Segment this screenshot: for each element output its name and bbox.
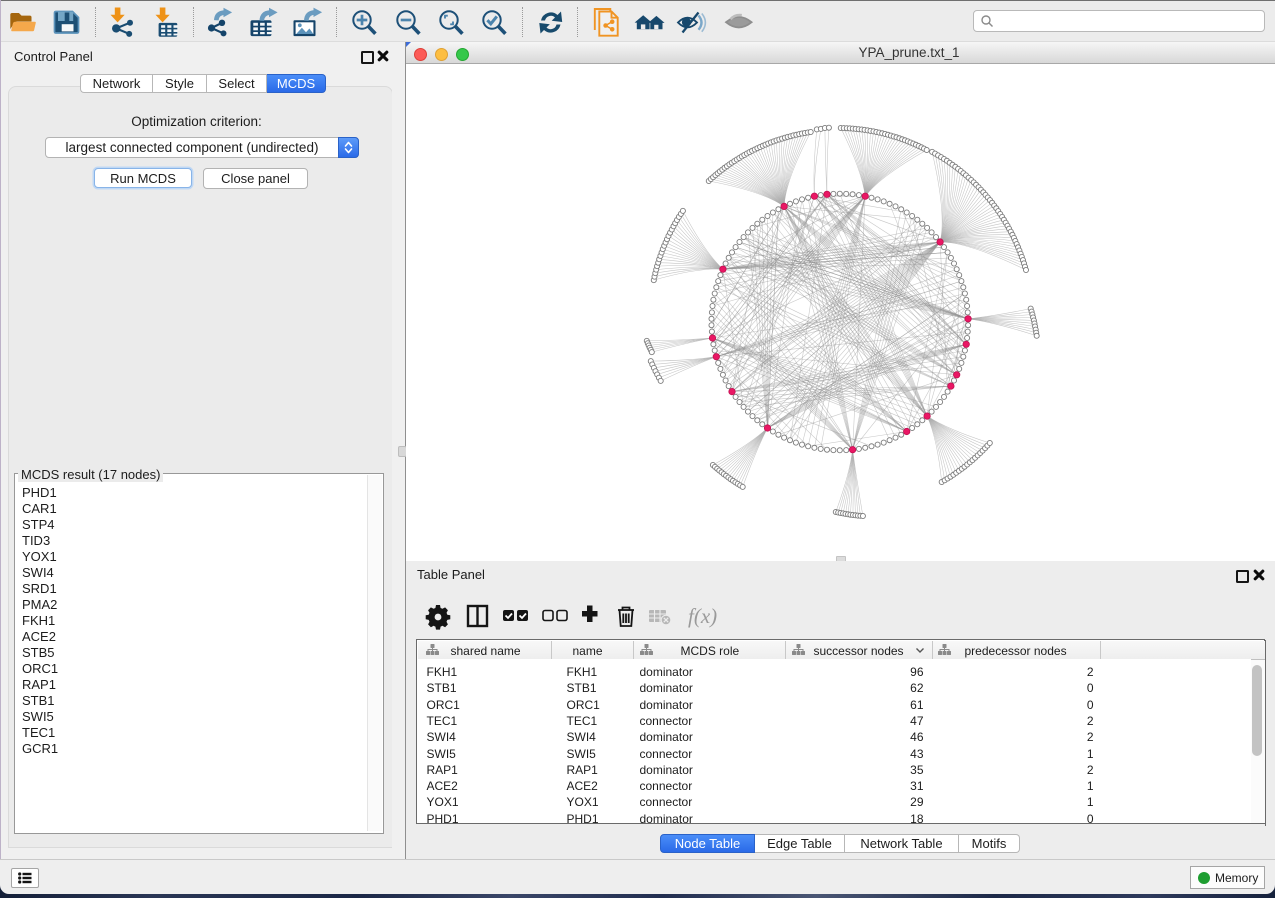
svg-text:f(x): f(x) bbox=[688, 604, 717, 628]
